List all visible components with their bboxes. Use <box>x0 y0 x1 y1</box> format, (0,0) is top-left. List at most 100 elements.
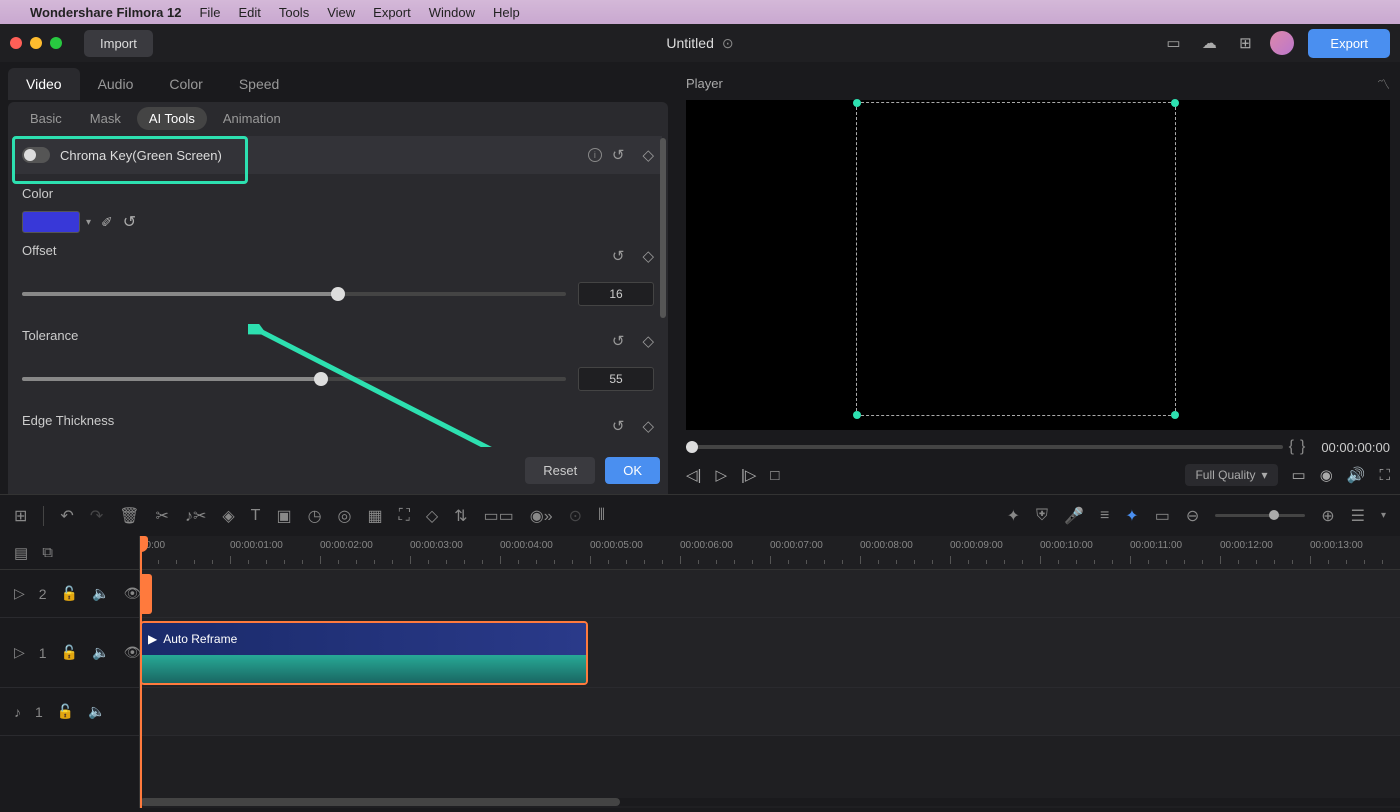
reset-color-icon[interactable]: ↺ <box>123 212 136 232</box>
fullscreen-icon[interactable]: ⛶ <box>1379 467 1390 484</box>
timeline-view-icon[interactable]: ☰ <box>1351 506 1365 526</box>
magic-icon[interactable]: ✦ <box>1125 506 1138 526</box>
menu-app[interactable]: Wondershare Filmora 12 <box>30 5 181 20</box>
selection-box[interactable] <box>856 102 1176 416</box>
audio-sync-icon[interactable]: ◉» <box>530 506 553 526</box>
scrollbar-thumb[interactable] <box>660 138 666 318</box>
eye-icon[interactable]: 👁 <box>123 644 141 661</box>
tolerance-slider[interactable] <box>22 377 566 381</box>
minimize-window-icon[interactable] <box>30 37 42 49</box>
split-icon[interactable]: ♪✂ <box>185 506 206 526</box>
offset-value[interactable]: 16 <box>578 282 654 306</box>
subtab-animation[interactable]: Animation <box>211 107 293 130</box>
grid-icon[interactable]: ⊞ <box>14 506 27 526</box>
eyedropper-icon[interactable]: ✐ <box>101 214 113 231</box>
user-avatar[interactable] <box>1270 31 1294 55</box>
snapshot-icon[interactable]: ◉ <box>1320 466 1333 484</box>
mute-icon[interactable]: 🔈 <box>88 703 105 720</box>
chevron-down-icon[interactable]: ▾ <box>1381 510 1386 521</box>
mute-icon[interactable]: 🔈 <box>92 644 109 661</box>
zoom-in-icon[interactable]: ⊕ <box>1321 506 1334 526</box>
crop-icon[interactable]: ▣ <box>276 506 291 526</box>
cloud-save-icon[interactable]: ⊙ <box>722 35 734 52</box>
color-swatch[interactable] <box>22 211 80 233</box>
reset-tolerance-icon[interactable]: ↺ <box>612 332 625 350</box>
spotlight-icon[interactable]: ✦ <box>1007 506 1020 526</box>
menu-view[interactable]: View <box>327 5 355 20</box>
keyframe-offset-icon[interactable]: ◇ <box>642 247 654 265</box>
import-button[interactable]: Import <box>84 30 153 57</box>
tab-video[interactable]: Video <box>8 68 80 100</box>
keyframe-tolerance-icon[interactable]: ◇ <box>642 332 654 350</box>
transcribe-icon[interactable]: ⊙ <box>569 506 582 526</box>
scope-icon[interactable]: 〽 <box>1377 74 1390 93</box>
export-button[interactable]: Export <box>1308 29 1390 58</box>
menu-tools[interactable]: Tools <box>279 5 309 20</box>
maximize-window-icon[interactable] <box>50 37 62 49</box>
cut-icon[interactable]: ✂ <box>156 506 169 526</box>
track-header-v1[interactable]: ▷ 1 🔓 🔈 👁 <box>0 618 139 688</box>
track-a1[interactable] <box>140 688 1400 736</box>
reset-icon[interactable]: ↺ <box>612 146 625 164</box>
info-icon[interactable]: i <box>588 148 602 162</box>
eye-icon[interactable]: 👁 <box>123 585 141 602</box>
keyframe-edge-icon[interactable]: ◇ <box>642 417 654 435</box>
menu-help[interactable]: Help <box>493 5 520 20</box>
layout-icon[interactable]: ▭ <box>1162 32 1184 54</box>
mic-icon[interactable]: 🎤 <box>1064 506 1084 526</box>
handle-icon[interactable] <box>853 99 861 107</box>
text-icon[interactable]: T <box>251 507 261 525</box>
link-icon[interactable]: ⧉ <box>42 544 53 561</box>
quality-dropdown[interactable]: Full Quality ▾ <box>1185 464 1277 486</box>
color-icon[interactable]: ◎ <box>338 506 352 526</box>
audio-vis-icon[interactable]: ⦀ <box>598 507 605 525</box>
reset-button[interactable]: Reset <box>525 457 595 484</box>
tab-audio[interactable]: Audio <box>80 68 152 100</box>
redo-icon[interactable]: ↷ <box>90 506 103 526</box>
property-scroll-area[interactable]: Chroma Key(Green Screen) i ↺ ◇ Color ▾ ✐… <box>8 134 668 447</box>
handle-icon[interactable] <box>853 411 861 419</box>
bracket-in-icon[interactable]: { <box>1289 438 1294 456</box>
shield-icon[interactable]: ⛨ <box>1036 507 1048 525</box>
close-window-icon[interactable] <box>10 37 22 49</box>
track-header-v2[interactable]: ▷ 2 🔓 🔈 👁 <box>0 570 139 618</box>
tab-color[interactable]: Color <box>151 68 220 100</box>
time-ruler[interactable]: 00:0000:00:01:0000:00:02:0000:00:03:0000… <box>140 536 1400 570</box>
menu-export[interactable]: Export <box>373 5 411 20</box>
lock-icon[interactable]: 🔓 <box>61 644 78 661</box>
video-clip[interactable]: ▶ Auto Reframe <box>140 621 588 685</box>
apps-grid-icon[interactable]: ⊞ <box>1234 32 1256 54</box>
subtab-mask[interactable]: Mask <box>78 107 133 130</box>
zoom-out-icon[interactable]: ⊖ <box>1186 506 1199 526</box>
ok-button[interactable]: OK <box>605 457 660 484</box>
media-bin-icon[interactable]: ▤ <box>14 544 28 562</box>
track-header-a1[interactable]: ♪ 1 🔓 🔈 <box>0 688 139 736</box>
stop-icon[interactable]: □ <box>770 467 779 484</box>
chevron-down-icon[interactable]: ▾ <box>86 217 91 228</box>
tab-speed[interactable]: Speed <box>221 68 297 100</box>
speed-icon[interactable]: ◷ <box>308 506 322 526</box>
reset-edge-icon[interactable]: ↺ <box>612 417 625 435</box>
track-v2[interactable] <box>140 570 1400 618</box>
bracket-out-icon[interactable]: } <box>1300 438 1305 456</box>
preview-viewport[interactable] <box>686 100 1390 430</box>
subtab-ai-tools[interactable]: AI Tools <box>137 107 207 130</box>
zoom-slider[interactable] <box>1215 514 1305 517</box>
volume-icon[interactable]: 🔊 <box>1347 466 1366 484</box>
offset-slider[interactable] <box>22 292 566 296</box>
play-icon[interactable]: ▷ <box>715 466 727 484</box>
chroma-key-toggle[interactable] <box>22 147 50 163</box>
keyframe-icon[interactable]: ◇ <box>642 146 654 164</box>
freeze-icon[interactable]: ▦ <box>368 506 383 526</box>
playhead[interactable] <box>140 536 142 808</box>
tag-icon[interactable]: ◈ <box>222 506 234 526</box>
cloud-icon[interactable]: ☁ <box>1198 32 1220 54</box>
reset-offset-icon[interactable]: ↺ <box>612 247 625 265</box>
handle-icon[interactable] <box>1171 99 1179 107</box>
mute-icon[interactable]: 🔈 <box>92 585 109 602</box>
menu-edit[interactable]: Edit <box>238 5 260 20</box>
handle-icon[interactable] <box>1171 411 1179 419</box>
menu-window[interactable]: Window <box>429 5 475 20</box>
render-icon[interactable]: ▭ <box>1155 506 1170 526</box>
track-v1[interactable]: ▶ Auto Reframe <box>140 618 1400 688</box>
